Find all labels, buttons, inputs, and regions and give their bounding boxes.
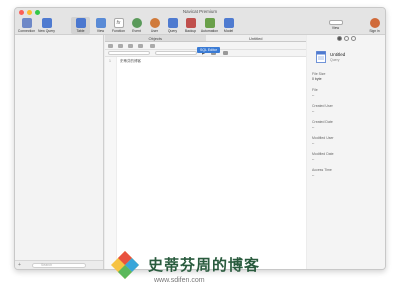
watermark: 史蒂芬周的博客 www.sdifen.com <box>110 248 310 290</box>
view-label: View <box>96 29 105 33</box>
line-number: 1 <box>109 59 111 63</box>
info-panel: Untitled Query File Size 0 byte File -- … <box>307 35 385 269</box>
model-label: Model <box>223 29 234 33</box>
field-label: Modified Date <box>312 152 334 156</box>
field-value: -- <box>312 93 315 97</box>
automation-label: Automation <box>200 29 219 33</box>
model-button[interactable]: Model <box>219 17 238 34</box>
save-icon[interactable] <box>108 44 113 48</box>
new-query-label: New Query <box>38 29 55 33</box>
explain-plan-icon[interactable] <box>223 51 228 55</box>
connection-select[interactable] <box>108 51 150 55</box>
app-window: Navicat Premium Connection New Query Tab… <box>14 7 386 270</box>
field-modified-user: Modified User -- <box>312 136 334 145</box>
event-label: Event <box>132 29 141 33</box>
function-label: Function <box>111 29 125 33</box>
sql-editor-tooltip: SQL Editor <box>197 47 220 53</box>
automation-icon <box>204 18 215 28</box>
event-icon <box>131 18 142 28</box>
panel-toggle-icon <box>328 20 343 25</box>
object-type: Query <box>330 58 340 62</box>
tab-untitled[interactable]: Untitled <box>205 35 306 41</box>
explain-icon[interactable] <box>150 44 155 48</box>
field-value: -- <box>312 141 315 145</box>
object-name: Untitled <box>330 52 346 57</box>
preview-tab-icon[interactable] <box>351 36 356 41</box>
field-modified-date: Modified Date -- <box>312 152 334 161</box>
field-label: Access Time <box>312 168 332 172</box>
view-toggle-label: View <box>331 26 340 30</box>
sign-in-label: Sign in <box>369 29 380 33</box>
field-value: -- <box>312 173 315 177</box>
view-button[interactable]: View <box>91 17 110 34</box>
sidebar-footer: + Search <box>15 260 103 269</box>
query-file-icon <box>316 51 326 63</box>
query-button[interactable]: Query <box>163 17 182 34</box>
backup-icon <box>185 18 196 28</box>
field-value: -- <box>312 109 315 113</box>
table-icon <box>75 18 86 28</box>
watermark-logo-icon <box>111 251 139 279</box>
line-gutter: 1 <box>105 57 117 269</box>
field-value: -- <box>312 125 315 129</box>
backup-label: Backup <box>184 29 197 33</box>
field-label: Modified User <box>312 136 334 140</box>
connection-button[interactable]: Connection <box>17 17 36 34</box>
connection-sidebar: + Search <box>15 35 104 269</box>
new-query-button[interactable]: New Query <box>37 17 56 34</box>
ddl-tab-icon[interactable] <box>344 36 349 41</box>
sign-in-button[interactable]: Sign in <box>365 17 384 34</box>
field-label: File <box>312 88 318 92</box>
field-file-size: File Size 0 byte <box>312 72 325 81</box>
tab-objects[interactable]: Objects <box>105 35 206 41</box>
connection-label: Connection <box>17 29 36 33</box>
field-access-time: Access Time -- <box>312 168 332 177</box>
field-value: -- <box>312 157 315 161</box>
function-button[interactable]: fx Function <box>109 17 128 34</box>
sign-in-icon <box>369 18 380 28</box>
user-icon <box>149 18 160 28</box>
field-value: 0 byte <box>312 77 322 81</box>
view-icon <box>95 18 106 28</box>
sql-editor[interactable]: 1 史蒂芬的博客 <box>105 57 306 269</box>
backup-button[interactable]: Backup <box>181 17 200 34</box>
info-panel-tabs <box>337 36 356 41</box>
code-snippet-icon[interactable] <box>138 44 143 48</box>
field-created-date: Created Date -- <box>312 120 333 129</box>
watermark-title: 史蒂芬周的博客 <box>148 256 261 274</box>
title-bar: Navicat Premium <box>15 8 385 17</box>
view-toggle-button[interactable]: View <box>326 17 345 34</box>
add-icon[interactable]: + <box>18 262 21 268</box>
user-label: User <box>150 29 159 33</box>
field-label: File Size <box>312 72 326 76</box>
main-area: + Search Objects Untitled ▶ SQL Editor 1… <box>15 35 385 269</box>
window-title: Navicat Premium <box>182 9 218 14</box>
main-toolbar: Connection New Query Table View fx Funct… <box>15 17 385 35</box>
automation-button[interactable]: Automation <box>200 17 219 34</box>
database-select[interactable] <box>155 51 197 55</box>
tab-bar: Objects Untitled <box>105 35 306 42</box>
beautify-icon[interactable] <box>128 44 133 48</box>
field-label: Created Date <box>312 120 333 124</box>
field-file: File -- <box>312 88 318 97</box>
query-builder-icon[interactable] <box>118 44 123 48</box>
user-button[interactable]: User <box>145 17 164 34</box>
table-label: Table <box>76 29 85 33</box>
table-button[interactable]: Table <box>71 17 90 34</box>
info-tab-icon[interactable] <box>337 36 342 41</box>
model-icon <box>223 18 234 28</box>
event-button[interactable]: Event <box>127 17 146 34</box>
connection-icon <box>21 18 32 28</box>
code-line: 史蒂芬的博客 <box>120 59 141 63</box>
field-created-user: Created User -- <box>312 104 333 113</box>
field-label: Created User <box>312 104 333 108</box>
query-editor-pane: Objects Untitled ▶ SQL Editor 1 史蒂芬的博客 <box>105 35 306 269</box>
query-label: Query <box>167 29 178 33</box>
function-icon: fx <box>113 18 124 28</box>
new-query-icon <box>41 18 52 28</box>
watermark-url: www.sdifen.com <box>154 277 205 284</box>
sidebar-search-input[interactable]: Search <box>32 263 86 268</box>
query-icon <box>167 18 178 28</box>
